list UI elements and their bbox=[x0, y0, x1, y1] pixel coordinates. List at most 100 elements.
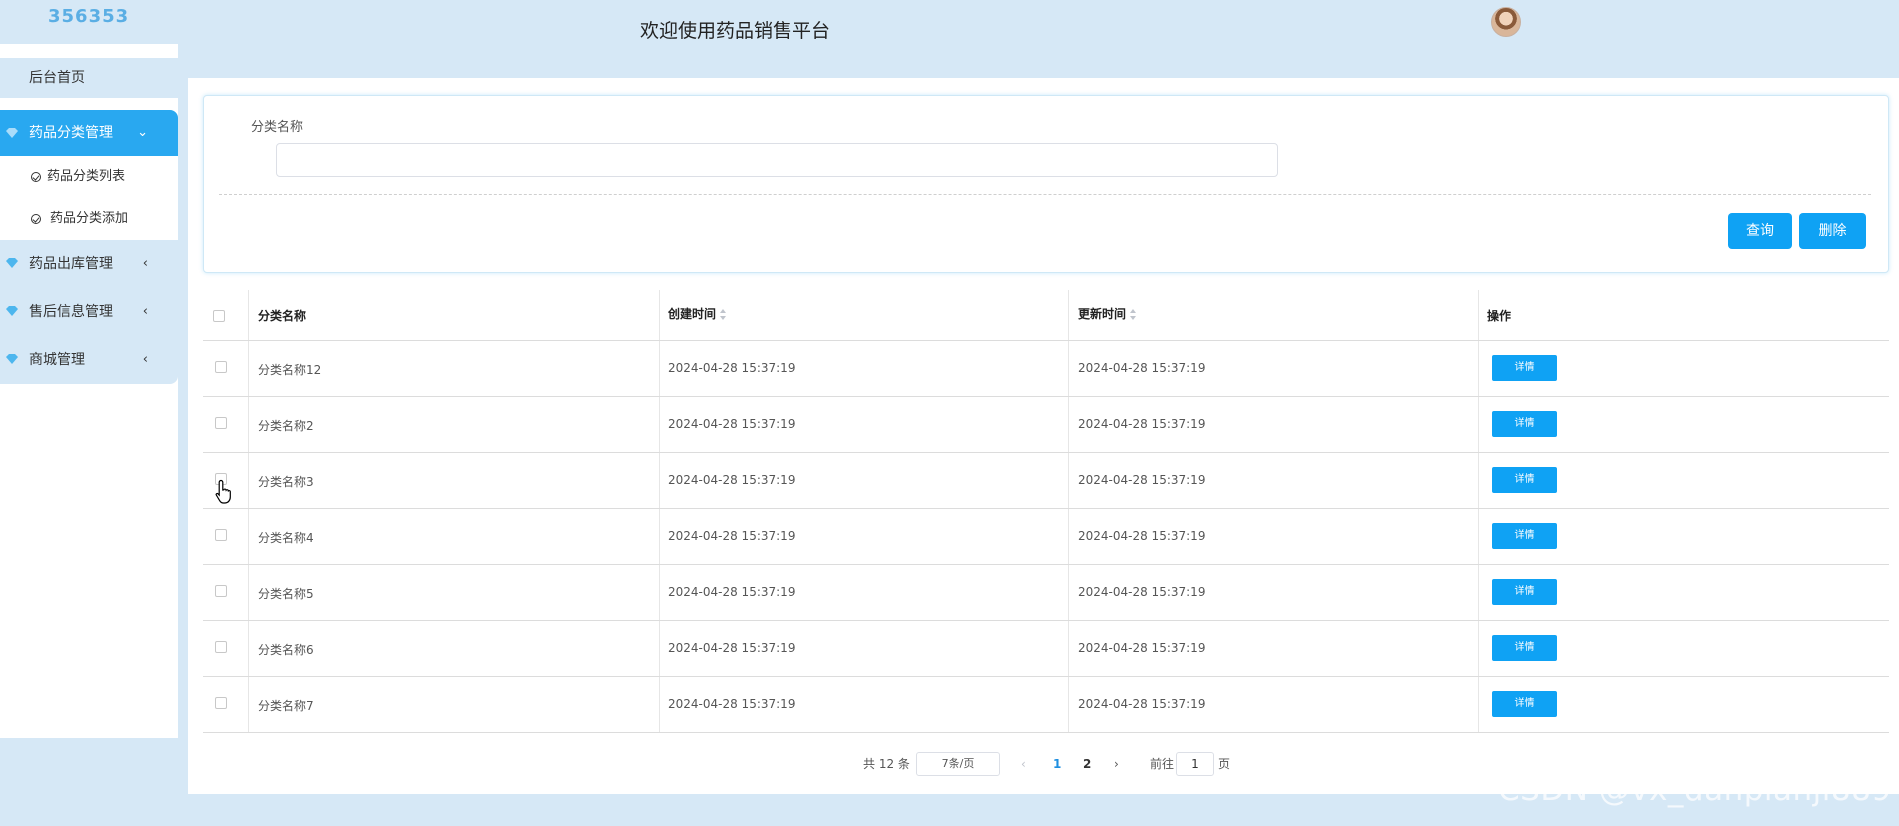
row-divider bbox=[203, 676, 1889, 677]
check-circle-icon bbox=[31, 214, 41, 224]
chevron-down-icon: ⌄ bbox=[137, 125, 148, 140]
diamond-icon bbox=[6, 306, 18, 316]
detail-button[interactable]: 详情 bbox=[1492, 691, 1557, 717]
hand-cursor-icon bbox=[215, 479, 231, 504]
cell-updated: 2024-04-28 15:37:19 bbox=[1078, 697, 1206, 711]
diamond-icon bbox=[6, 258, 18, 268]
sidebar-item-category-add[interactable]: 药品分类添加 bbox=[0, 198, 178, 240]
page-2-button[interactable]: 2 bbox=[1083, 752, 1091, 776]
row-divider bbox=[203, 452, 1889, 453]
sidebar-group-category[interactable]: 药品分类管理 ⌄ bbox=[0, 110, 178, 156]
chevron-left-icon: ‹ bbox=[142, 256, 148, 271]
cell-name: 分类名称4 bbox=[258, 531, 314, 545]
sort-icon[interactable] bbox=[720, 309, 727, 320]
cell-created: 2024-04-28 15:37:19 bbox=[668, 697, 796, 711]
row-checkbox[interactable] bbox=[215, 529, 227, 541]
cell-updated: 2024-04-28 15:37:19 bbox=[1078, 585, 1206, 599]
sidebar-group-aftersale[interactable]: 售后信息管理 ‹ bbox=[0, 288, 178, 336]
detail-button[interactable]: 详情 bbox=[1492, 411, 1557, 437]
diamond-icon bbox=[6, 128, 18, 138]
sidebar: 356353 后台首页 药品分类管理 ⌄ 药品分类列表 药品分类添加 药品出库管… bbox=[0, 0, 178, 738]
sidebar-item-home[interactable]: 后台首页 bbox=[0, 58, 178, 98]
page-title: 欢迎使用药品销售平台 bbox=[640, 20, 831, 42]
row-divider bbox=[203, 620, 1889, 621]
row-divider bbox=[203, 340, 1889, 341]
page-size-select[interactable]: 7条/页 bbox=[916, 752, 1000, 776]
sidebar-group-label: 商城管理 bbox=[29, 352, 85, 368]
brand-name: 356353 bbox=[48, 6, 130, 27]
goto-label: 前往 bbox=[1150, 757, 1175, 771]
column-divider bbox=[1478, 290, 1479, 733]
cell-name: 分类名称7 bbox=[258, 699, 314, 713]
goto-suffix: 页 bbox=[1218, 757, 1231, 771]
sidebar-item-label: 药品分类列表 bbox=[47, 169, 126, 184]
pagination-total: 共 12 条 bbox=[863, 757, 910, 771]
detail-button[interactable]: 详情 bbox=[1492, 523, 1557, 549]
row-divider bbox=[203, 564, 1889, 565]
column-header-name[interactable]: 分类名称 bbox=[258, 307, 306, 324]
row-checkbox[interactable] bbox=[215, 585, 227, 597]
sidebar-group-mall[interactable]: 商城管理 ‹ bbox=[0, 336, 178, 384]
goto-page-input[interactable]: 1 bbox=[1176, 752, 1214, 776]
chevron-left-icon: ‹ bbox=[142, 352, 148, 367]
sidebar-group-outbound[interactable]: 药品出库管理 ‹ bbox=[0, 240, 178, 288]
sidebar-group-label: 药品分类管理 bbox=[29, 125, 113, 141]
cell-updated: 2024-04-28 15:37:19 bbox=[1078, 473, 1206, 487]
select-all-checkbox[interactable] bbox=[213, 310, 225, 322]
cell-updated: 2024-04-28 15:37:19 bbox=[1078, 529, 1206, 543]
chevron-left-icon: ‹ bbox=[142, 304, 148, 319]
detail-button[interactable]: 详情 bbox=[1492, 467, 1557, 493]
prev-page-button[interactable]: ‹ bbox=[1021, 752, 1026, 776]
cell-created: 2024-04-28 15:37:19 bbox=[668, 417, 796, 431]
next-page-button[interactable]: › bbox=[1114, 752, 1119, 776]
detail-button[interactable]: 详情 bbox=[1492, 579, 1557, 605]
page-1-button[interactable]: 1 bbox=[1053, 752, 1061, 776]
diamond-icon bbox=[6, 354, 18, 364]
row-divider bbox=[203, 732, 1889, 733]
cell-created: 2024-04-28 15:37:19 bbox=[668, 473, 796, 487]
cell-created: 2024-04-28 15:37:19 bbox=[668, 585, 796, 599]
cell-created: 2024-04-28 15:37:19 bbox=[668, 529, 796, 543]
row-checkbox[interactable] bbox=[215, 361, 227, 373]
detail-button[interactable]: 详情 bbox=[1492, 355, 1557, 381]
row-checkbox[interactable] bbox=[215, 641, 227, 653]
watermark: CSDN @vx_danpianji889 bbox=[1498, 772, 1892, 808]
cell-name: 分类名称2 bbox=[258, 419, 314, 433]
cell-name: 分类名称12 bbox=[258, 363, 322, 377]
search-form: 分类名称 查询 删除 bbox=[203, 95, 1889, 273]
check-circle-icon bbox=[31, 172, 41, 182]
delete-button[interactable]: 删除 bbox=[1799, 213, 1866, 249]
sidebar-item-label: 药品分类添加 bbox=[50, 211, 129, 226]
column-divider bbox=[248, 290, 249, 733]
row-checkbox[interactable] bbox=[215, 417, 227, 429]
column-header-label: 更新时间 bbox=[1078, 307, 1127, 321]
divider bbox=[219, 194, 1871, 195]
sidebar-item-category-list[interactable]: 药品分类列表 bbox=[0, 156, 178, 198]
query-button[interactable]: 查询 bbox=[1728, 213, 1792, 249]
row-divider bbox=[203, 508, 1889, 509]
sort-icon[interactable] bbox=[1130, 309, 1137, 320]
search-label: 分类名称 bbox=[251, 120, 304, 135]
detail-button[interactable]: 详情 bbox=[1492, 635, 1557, 661]
brand-area: 356353 bbox=[0, 0, 178, 44]
cell-updated: 2024-04-28 15:37:19 bbox=[1078, 361, 1206, 375]
column-header-created[interactable]: 创建时间 bbox=[668, 305, 727, 322]
cell-name: 分类名称3 bbox=[258, 475, 314, 489]
cell-updated: 2024-04-28 15:37:19 bbox=[1078, 417, 1206, 431]
column-header-label: 创建时间 bbox=[668, 307, 717, 321]
column-header-updated[interactable]: 更新时间 bbox=[1078, 305, 1137, 322]
cell-created: 2024-04-28 15:37:19 bbox=[668, 641, 796, 655]
row-divider bbox=[203, 396, 1889, 397]
cell-updated: 2024-04-28 15:37:19 bbox=[1078, 641, 1206, 655]
category-table: 分类名称 创建时间 更新时间 操作 分类名称12 2024-04-28 15:3… bbox=[203, 290, 1889, 733]
cell-name: 分类名称5 bbox=[258, 587, 314, 601]
sidebar-group-label: 药品出库管理 bbox=[29, 256, 113, 272]
cell-created: 2024-04-28 15:37:19 bbox=[668, 361, 796, 375]
row-checkbox[interactable] bbox=[215, 697, 227, 709]
column-divider bbox=[659, 290, 660, 733]
avatar[interactable] bbox=[1491, 7, 1521, 37]
cell-name: 分类名称6 bbox=[258, 643, 314, 657]
column-divider bbox=[1068, 290, 1069, 733]
category-name-input[interactable] bbox=[276, 143, 1278, 177]
column-header-actions: 操作 bbox=[1487, 309, 1512, 323]
